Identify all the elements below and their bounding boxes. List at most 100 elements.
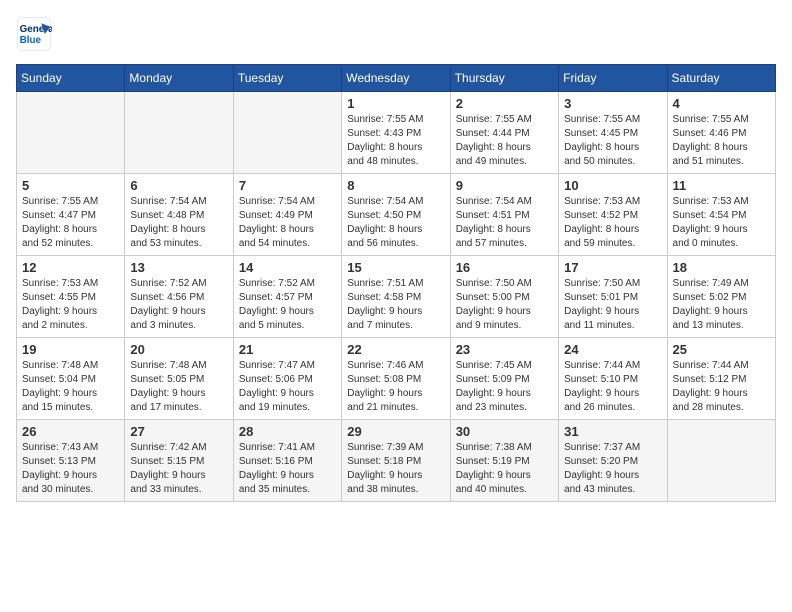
svg-text:Blue: Blue [20, 35, 42, 46]
calendar-cell: 7 Sunrise: 7:54 AM Sunset: 4:49 PM Daylig… [233, 174, 341, 256]
calendar-cell [125, 92, 233, 174]
day-number: 10 [564, 178, 661, 193]
day-info: Sunrise: 7:54 AM Sunset: 4:49 PM Dayligh… [239, 195, 336, 251]
day-number: 2 [456, 96, 553, 111]
weekday-header-cell: Monday [125, 65, 233, 92]
day-number: 27 [130, 424, 227, 439]
calendar-cell: 20 Sunrise: 7:48 AM Sunset: 5:05 PM Dayli… [125, 338, 233, 420]
weekday-header-cell: Tuesday [233, 65, 341, 92]
calendar-cell: 6 Sunrise: 7:54 AM Sunset: 4:48 PM Daylig… [125, 174, 233, 256]
day-number: 26 [22, 424, 119, 439]
day-number: 30 [456, 424, 553, 439]
calendar-cell: 25 Sunrise: 7:44 AM Sunset: 5:12 PM Dayli… [667, 338, 775, 420]
day-info: Sunrise: 7:44 AM Sunset: 5:12 PM Dayligh… [673, 359, 770, 415]
day-info: Sunrise: 7:48 AM Sunset: 5:05 PM Dayligh… [130, 359, 227, 415]
day-number: 20 [130, 342, 227, 357]
day-info: Sunrise: 7:39 AM Sunset: 5:18 PM Dayligh… [347, 441, 444, 497]
day-number: 9 [456, 178, 553, 193]
weekday-header-cell: Friday [559, 65, 667, 92]
day-info: Sunrise: 7:54 AM Sunset: 4:51 PM Dayligh… [456, 195, 553, 251]
day-number: 18 [673, 260, 770, 275]
day-info: Sunrise: 7:52 AM Sunset: 4:56 PM Dayligh… [130, 277, 227, 333]
calendar-cell: 17 Sunrise: 7:50 AM Sunset: 5:01 PM Dayli… [559, 256, 667, 338]
calendar-week-row: 12Sunrise: 7:53 AM Sunset: 4:55 PM Dayli… [17, 256, 776, 338]
day-info: Sunrise: 7:50 AM Sunset: 5:00 PM Dayligh… [456, 277, 553, 333]
calendar-week-row: 19Sunrise: 7:48 AM Sunset: 5:04 PM Dayli… [17, 338, 776, 420]
day-number: 13 [130, 260, 227, 275]
day-info: Sunrise: 7:55 AM Sunset: 4:43 PM Dayligh… [347, 113, 444, 169]
day-info: Sunrise: 7:54 AM Sunset: 4:48 PM Dayligh… [130, 195, 227, 251]
calendar-cell [17, 92, 125, 174]
calendar-cell: 24Sunrise: 7:44 AM Sunset: 5:10 PM Dayli… [559, 338, 667, 420]
logo: General Blue [16, 16, 52, 52]
day-info: Sunrise: 7:51 AM Sunset: 4:58 PM Dayligh… [347, 277, 444, 333]
day-info: Sunrise: 7:47 AM Sunset: 5:06 PM Dayligh… [239, 359, 336, 415]
calendar-cell [233, 92, 341, 174]
calendar-cell: 26 Sunrise: 7:43 AM Sunset: 5:13 PM Dayli… [17, 420, 125, 502]
day-number: 25 [673, 342, 770, 357]
calendar-cell: 5Sunrise: 7:55 AM Sunset: 4:47 PM Daylig… [17, 174, 125, 256]
day-info: Sunrise: 7:52 AM Sunset: 4:57 PM Dayligh… [239, 277, 336, 333]
calendar-cell: 8Sunrise: 7:54 AM Sunset: 4:50 PM Daylig… [342, 174, 450, 256]
calendar-table: SundayMondayTuesdayWednesdayThursdayFrid… [16, 64, 776, 502]
calendar-cell: 15 Sunrise: 7:51 AM Sunset: 4:58 PM Dayli… [342, 256, 450, 338]
day-info: Sunrise: 7:46 AM Sunset: 5:08 PM Dayligh… [347, 359, 444, 415]
day-info: Sunrise: 7:53 AM Sunset: 4:55 PM Dayligh… [22, 277, 119, 333]
day-info: Sunrise: 7:41 AM Sunset: 5:16 PM Dayligh… [239, 441, 336, 497]
calendar-cell: 9 Sunrise: 7:54 AM Sunset: 4:51 PM Daylig… [450, 174, 558, 256]
day-number: 31 [564, 424, 661, 439]
page-header: General Blue [16, 16, 776, 52]
day-number: 19 [22, 342, 119, 357]
day-info: Sunrise: 7:38 AM Sunset: 5:19 PM Dayligh… [456, 441, 553, 497]
weekday-header-cell: Thursday [450, 65, 558, 92]
day-number: 15 [347, 260, 444, 275]
weekday-header-cell: Saturday [667, 65, 775, 92]
day-info: Sunrise: 7:54 AM Sunset: 4:50 PM Dayligh… [347, 195, 444, 251]
day-number: 5 [22, 178, 119, 193]
day-number: 11 [673, 178, 770, 193]
calendar-cell: 28 Sunrise: 7:41 AM Sunset: 5:16 PM Dayli… [233, 420, 341, 502]
calendar-cell: 16 Sunrise: 7:50 AM Sunset: 5:00 PM Dayli… [450, 256, 558, 338]
day-info: Sunrise: 7:50 AM Sunset: 5:01 PM Dayligh… [564, 277, 661, 333]
calendar-cell: 31Sunrise: 7:37 AM Sunset: 5:20 PM Dayli… [559, 420, 667, 502]
day-number: 6 [130, 178, 227, 193]
calendar-cell: 19Sunrise: 7:48 AM Sunset: 5:04 PM Dayli… [17, 338, 125, 420]
calendar-cell: 14Sunrise: 7:52 AM Sunset: 4:57 PM Dayli… [233, 256, 341, 338]
day-number: 23 [456, 342, 553, 357]
day-info: Sunrise: 7:43 AM Sunset: 5:13 PM Dayligh… [22, 441, 119, 497]
day-number: 28 [239, 424, 336, 439]
calendar-cell: 23 Sunrise: 7:45 AM Sunset: 5:09 PM Dayli… [450, 338, 558, 420]
calendar-week-row: 1 Sunrise: 7:55 AM Sunset: 4:43 PM Daylig… [17, 92, 776, 174]
day-number: 7 [239, 178, 336, 193]
calendar-cell: 13 Sunrise: 7:52 AM Sunset: 4:56 PM Dayli… [125, 256, 233, 338]
day-number: 16 [456, 260, 553, 275]
day-info: Sunrise: 7:49 AM Sunset: 5:02 PM Dayligh… [673, 277, 770, 333]
calendar-week-row: 5Sunrise: 7:55 AM Sunset: 4:47 PM Daylig… [17, 174, 776, 256]
calendar-cell: 12Sunrise: 7:53 AM Sunset: 4:55 PM Dayli… [17, 256, 125, 338]
day-info: Sunrise: 7:42 AM Sunset: 5:15 PM Dayligh… [130, 441, 227, 497]
day-info: Sunrise: 7:45 AM Sunset: 5:09 PM Dayligh… [456, 359, 553, 415]
calendar-cell: 1 Sunrise: 7:55 AM Sunset: 4:43 PM Daylig… [342, 92, 450, 174]
calendar-week-row: 26 Sunrise: 7:43 AM Sunset: 5:13 PM Dayli… [17, 420, 776, 502]
calendar-cell: 22Sunrise: 7:46 AM Sunset: 5:08 PM Dayli… [342, 338, 450, 420]
calendar-cell: 21 Sunrise: 7:47 AM Sunset: 5:06 PM Dayli… [233, 338, 341, 420]
calendar-cell: 27 Sunrise: 7:42 AM Sunset: 5:15 PM Dayli… [125, 420, 233, 502]
calendar-body: 1 Sunrise: 7:55 AM Sunset: 4:43 PM Daylig… [17, 92, 776, 502]
day-number: 21 [239, 342, 336, 357]
day-info: Sunrise: 7:53 AM Sunset: 4:54 PM Dayligh… [673, 195, 770, 251]
day-info: Sunrise: 7:55 AM Sunset: 4:44 PM Dayligh… [456, 113, 553, 169]
calendar-cell: 30 Sunrise: 7:38 AM Sunset: 5:19 PM Dayli… [450, 420, 558, 502]
weekday-header-cell: Wednesday [342, 65, 450, 92]
calendar-cell: 3Sunrise: 7:55 AM Sunset: 4:45 PM Daylig… [559, 92, 667, 174]
calendar-cell: 4Sunrise: 7:55 AM Sunset: 4:46 PM Daylig… [667, 92, 775, 174]
day-number: 17 [564, 260, 661, 275]
day-number: 29 [347, 424, 444, 439]
day-number: 1 [347, 96, 444, 111]
calendar-cell: 18 Sunrise: 7:49 AM Sunset: 5:02 PM Dayli… [667, 256, 775, 338]
logo-icon: General Blue [16, 16, 52, 52]
calendar-cell: 29 Sunrise: 7:39 AM Sunset: 5:18 PM Dayli… [342, 420, 450, 502]
day-number: 24 [564, 342, 661, 357]
day-info: Sunrise: 7:55 AM Sunset: 4:46 PM Dayligh… [673, 113, 770, 169]
day-info: Sunrise: 7:53 AM Sunset: 4:52 PM Dayligh… [564, 195, 661, 251]
calendar-cell: 11 Sunrise: 7:53 AM Sunset: 4:54 PM Dayli… [667, 174, 775, 256]
